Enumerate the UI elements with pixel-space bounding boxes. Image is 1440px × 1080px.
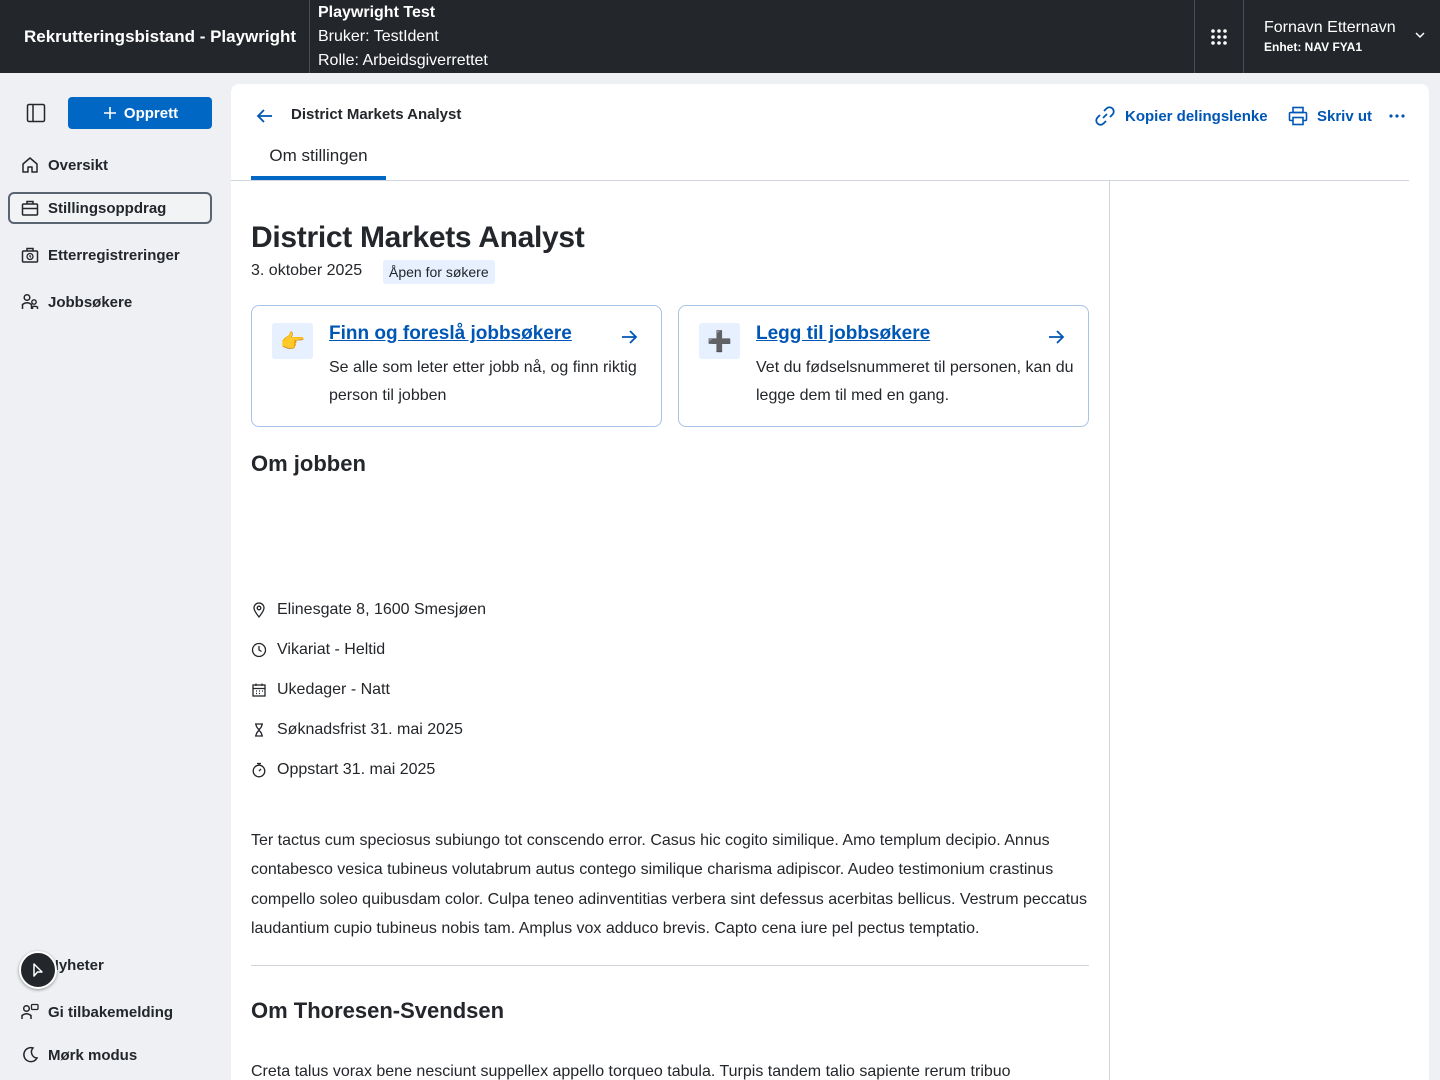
sidebar-item-label: Jobbsøkere xyxy=(48,293,133,311)
pointing-hand-icon: 👉 xyxy=(272,323,313,359)
copy-share-link-label: Kopier delingslenke xyxy=(1125,107,1268,125)
sidebar-item-jobbsokere[interactable]: Jobbsøkere xyxy=(8,286,212,318)
user-ident: Bruker: TestIdent xyxy=(318,27,439,45)
back-button[interactable] xyxy=(253,104,277,128)
cursor-arrow-icon xyxy=(33,963,43,977)
sidebar-item-dark-mode[interactable]: Mørk modus xyxy=(8,1039,212,1071)
app-title[interactable]: Rekrutteringsbistand - Playwright xyxy=(0,0,310,73)
add-jobseekers-card[interactable]: ➕ Legg til jobbsøkere Vet du fødselsnumm… xyxy=(678,305,1089,427)
find-jobseekers-description: Se alle som leter etter jobb nå, og finn… xyxy=(329,359,637,404)
environment-info: Playwright Test Bruker: TestIdent Rolle:… xyxy=(310,0,1194,73)
briefcase-icon xyxy=(20,198,40,218)
user-name: Fornavn Etternavn xyxy=(1264,18,1396,36)
add-jobseekers-description: Vet du fødselsnummeret til personen, kan… xyxy=(756,359,1074,404)
apps-menu-button[interactable] xyxy=(1194,0,1244,73)
more-horizontal-icon xyxy=(1389,114,1405,118)
breadcrumb-title: District Markets Analyst xyxy=(291,106,462,123)
fact-text: Vikariat - Heltid xyxy=(277,641,386,658)
sidebar-item-label: Etterregistreringer xyxy=(48,246,180,264)
stopwatch-icon xyxy=(251,762,267,778)
grid-icon xyxy=(1211,28,1227,45)
tab-divider xyxy=(231,180,1409,181)
job-description: Ter tactus cum speciosus subiungo tot co… xyxy=(251,832,1088,937)
fact-text: Oppstart 31. mai 2025 xyxy=(277,761,436,778)
main-content: District Markets Analyst Kopier delingsl… xyxy=(231,84,1429,1080)
chevron-down-icon xyxy=(1415,32,1425,39)
sidebar-toggle-icon xyxy=(26,103,46,123)
employer-heading: Om Thoresen-Svendsen xyxy=(251,998,505,1023)
people-icon xyxy=(20,292,40,312)
user-role: Rolle: Arbeidsgiverrettet xyxy=(318,51,488,69)
sidebar-item-label: Oversikt xyxy=(48,156,109,174)
hourglass-icon xyxy=(251,722,267,738)
find-jobseekers-card[interactable]: 👉 Finn og foreslå jobbsøkere Se alle som… xyxy=(251,305,662,427)
page-header: District Markets Analyst Kopier delingsl… xyxy=(231,84,1429,181)
user-menu-button[interactable]: Fornavn Etternavn Enhet: NAV FYA1 xyxy=(1244,0,1440,73)
about-job-heading: Om jobben xyxy=(251,451,366,476)
print-button[interactable]: Skriv ut xyxy=(1287,103,1372,129)
sidebar-item-stillingsoppdrag[interactable]: Stillingsoppdrag xyxy=(8,192,212,224)
sidebar-item-feedback[interactable]: Gi tilbakemelding xyxy=(8,996,212,1028)
fact-text: Ukedager - Natt xyxy=(277,681,390,698)
location-pin-icon xyxy=(251,602,267,618)
clock-icon xyxy=(251,642,267,658)
column-divider xyxy=(1109,181,1110,1080)
status-badge: Åpen for søkere xyxy=(383,260,495,284)
house-icon xyxy=(20,155,40,175)
find-jobseekers-link[interactable]: Finn og foreslå jobbsøkere xyxy=(329,323,572,345)
briefcase-clock-icon xyxy=(20,245,40,265)
fact-start: Oppstart 31. mai 2025 xyxy=(251,758,435,782)
employer-description: Creta talus vorax bene nesciunt suppelle… xyxy=(251,1063,1011,1080)
top-header: Rekrutteringsbistand - Playwright Playwr… xyxy=(0,0,1440,73)
collapse-sidebar-button[interactable] xyxy=(24,101,48,125)
sidebar-item-oversikt[interactable]: Oversikt xyxy=(8,149,212,181)
plus-icon xyxy=(103,107,116,119)
add-jobseekers-link[interactable]: Legg til jobbsøkere xyxy=(756,323,930,345)
sidebar: Opprett Oversikt Stillingsoppdrag Etterr… xyxy=(0,73,231,1080)
sidebar-item-label: Gi tilbakemelding xyxy=(48,1003,174,1021)
fact-location: Elinesgate 8, 1600 Smesjøen xyxy=(251,598,486,622)
sidebar-item-label: Stillingsoppdrag xyxy=(48,199,167,217)
sidebar-item-etterregistreringer[interactable]: Etterregistreringer xyxy=(8,239,212,271)
calendar-icon xyxy=(251,682,267,698)
sidebar-item-label: Mørk modus xyxy=(48,1046,138,1064)
section-divider xyxy=(251,965,1089,966)
person-chat-icon xyxy=(20,1002,40,1022)
create-button[interactable]: Opprett xyxy=(68,97,212,129)
fact-text: Elinesgate 8, 1600 Smesjøen xyxy=(277,601,487,618)
fact-schedule: Ukedager - Natt xyxy=(251,678,390,702)
arrow-right-icon xyxy=(622,330,638,344)
fact-text: Søknadsfrist 31. mai 2025 xyxy=(277,721,463,738)
create-button-label: Opprett xyxy=(123,104,179,122)
publish-date: 3. oktober 2025 xyxy=(251,262,363,279)
page-title: District Markets Analyst xyxy=(251,221,585,254)
fact-employment-type: Vikariat - Heltid xyxy=(251,638,385,662)
link-icon xyxy=(1095,106,1115,126)
printer-icon xyxy=(1288,106,1308,126)
environment-title: Playwright Test xyxy=(318,3,436,21)
tab-om-stillingen[interactable]: Om stillingen xyxy=(251,140,386,180)
copy-share-link-button[interactable]: Kopier delingslenke xyxy=(1093,103,1268,129)
arrow-right-icon xyxy=(1049,330,1065,344)
fact-deadline: Søknadsfrist 31. mai 2025 xyxy=(251,718,463,742)
more-options-button[interactable] xyxy=(1385,103,1409,129)
user-unit: Enhet: NAV FYA1 xyxy=(1264,39,1363,54)
moon-icon xyxy=(20,1045,40,1065)
print-label: Skriv ut xyxy=(1317,107,1373,125)
floating-help-button[interactable] xyxy=(19,951,57,989)
plus-emoji-icon: ➕ xyxy=(699,323,740,359)
arrow-left-icon xyxy=(256,109,272,123)
